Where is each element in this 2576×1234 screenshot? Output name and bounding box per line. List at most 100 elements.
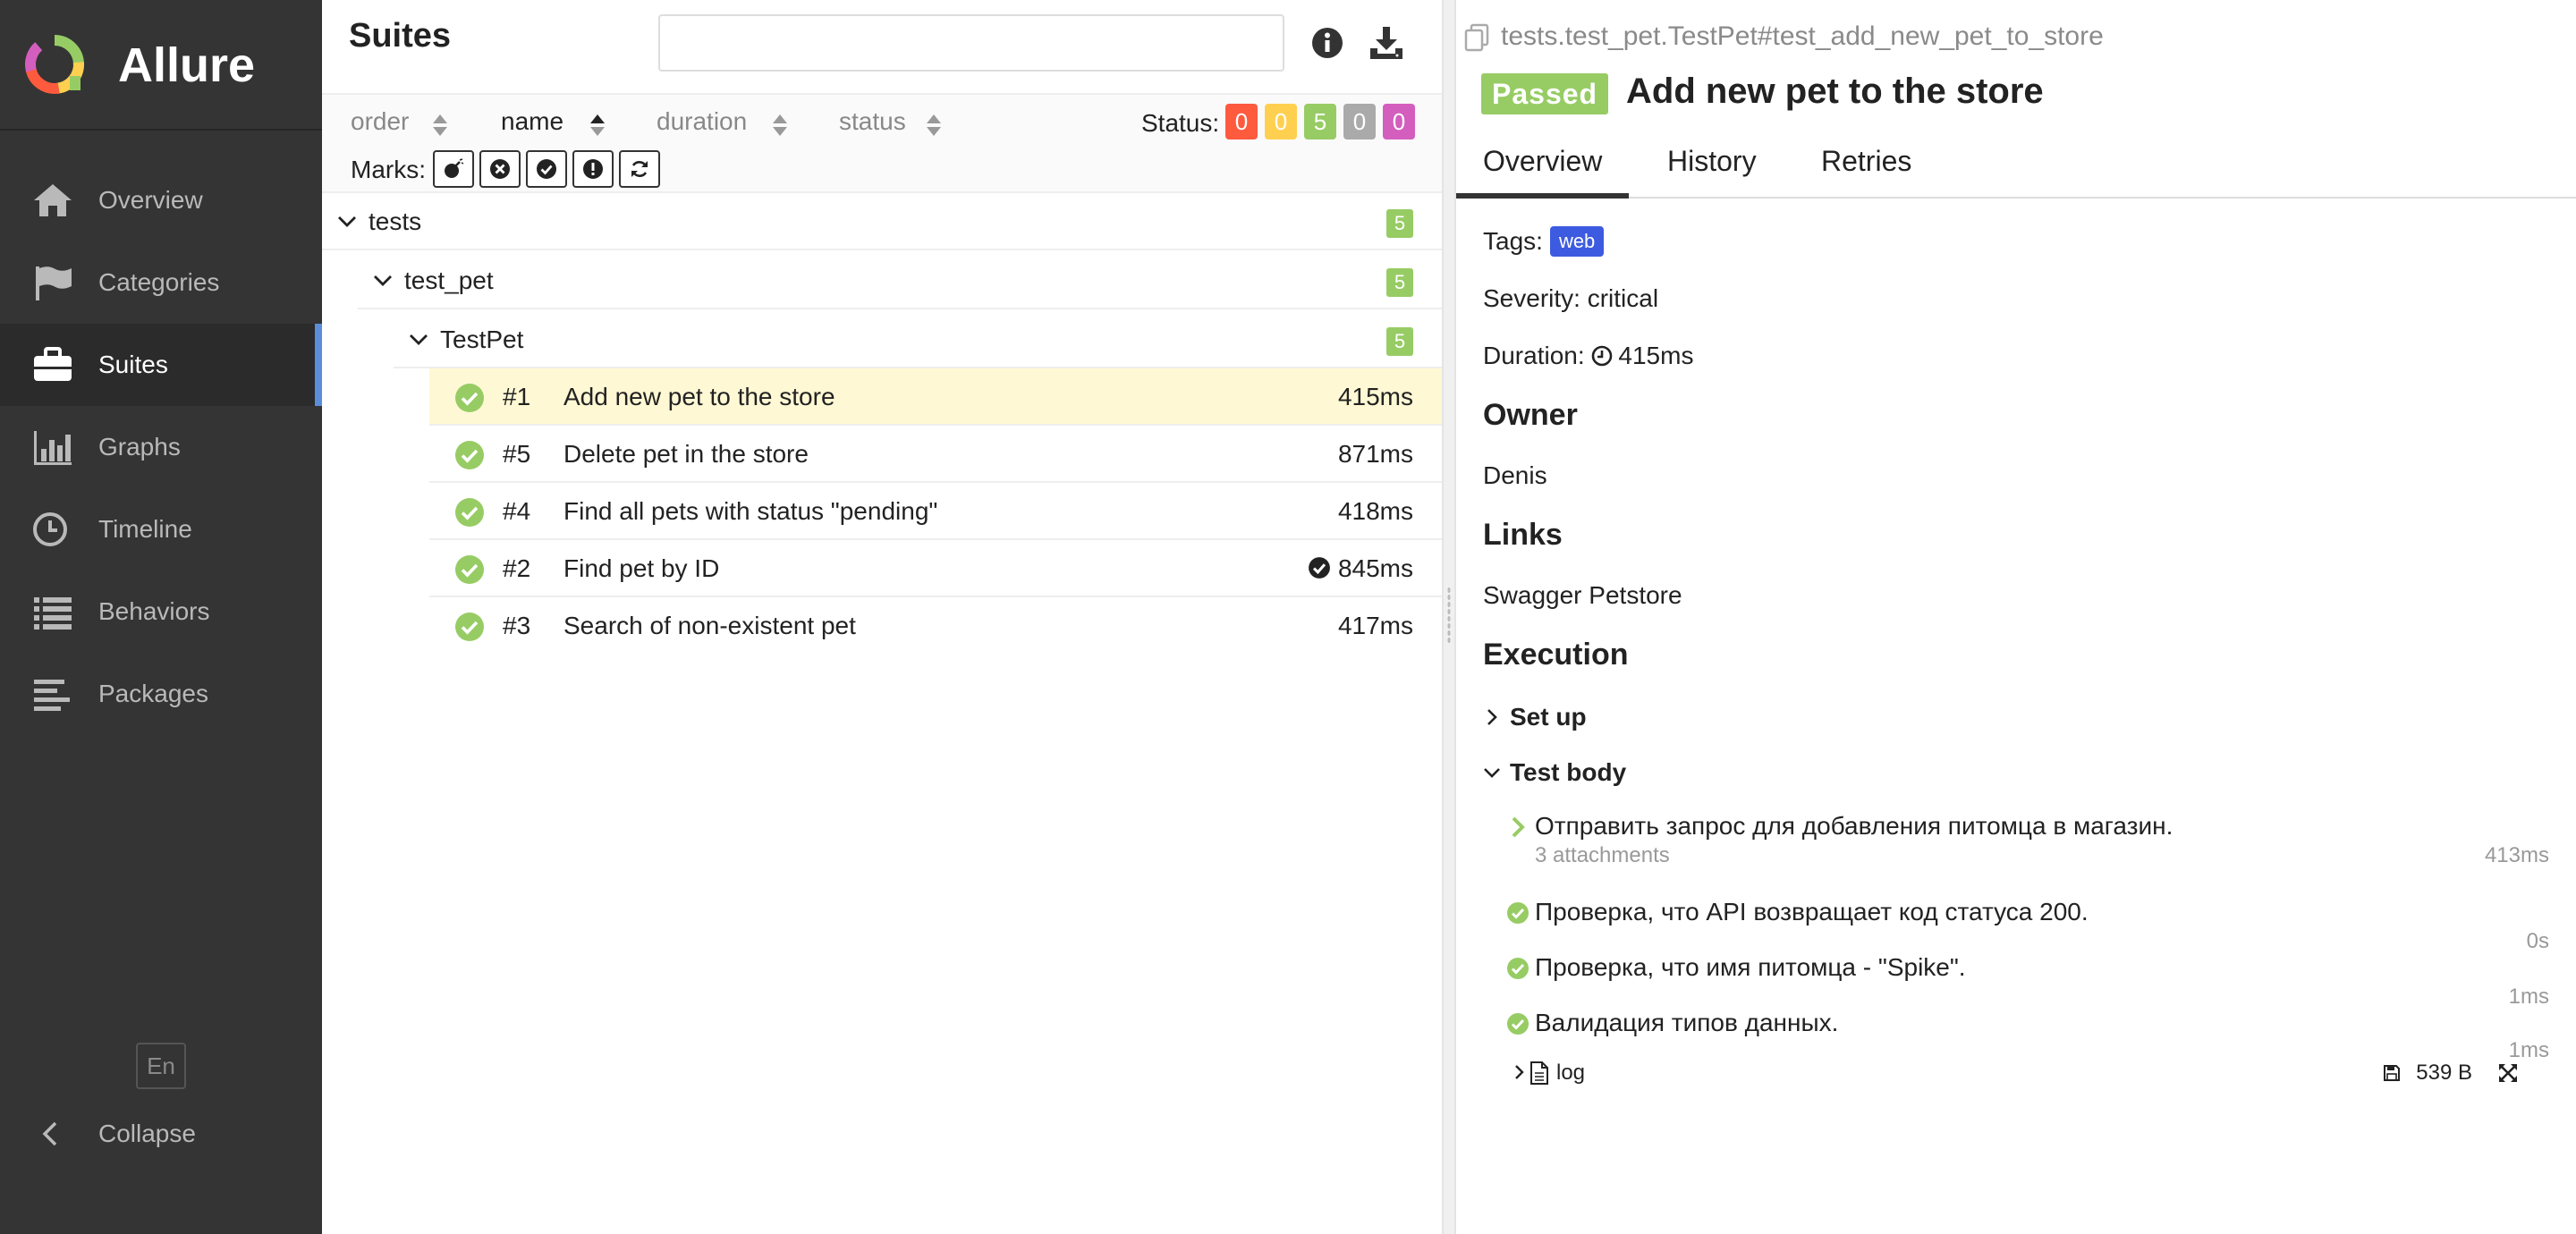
- step-row[interactable]: Проверка, что имя питомца - "Spike". 1ms: [1506, 951, 2549, 1012]
- sidebar-item-behaviors[interactable]: Behaviors: [0, 571, 322, 653]
- links-heading: Links: [1483, 518, 1563, 552]
- clock-icon: [33, 512, 67, 546]
- tab-history[interactable]: History: [1667, 143, 1757, 179]
- chevron-right-icon: [1512, 816, 1525, 838]
- status-broken-toggle[interactable]: 0: [1265, 104, 1297, 139]
- sidebar-item-overview[interactable]: Overview: [0, 159, 322, 241]
- sidebar-item-graphs[interactable]: Graphs: [0, 406, 322, 488]
- setup-toggle[interactable]: Set up: [1483, 701, 1841, 733]
- tree-group-testpet[interactable]: TestPet 5: [394, 311, 1442, 368]
- test-name: Find pet by ID: [564, 554, 720, 582]
- tree-group-test-pet[interactable]: test_pet 5: [358, 252, 1442, 309]
- brand[interactable]: Allure: [0, 0, 322, 131]
- page-title: Suites: [349, 17, 452, 55]
- severity-field: Severity: critical: [1483, 284, 1659, 312]
- passed-check-icon: [455, 498, 484, 527]
- download-icon[interactable]: [1368, 25, 1404, 61]
- pane-splitter[interactable]: [1442, 0, 1456, 1234]
- expand-icon[interactable]: [2497, 1062, 2519, 1084]
- status-passed-toggle[interactable]: 5: [1304, 104, 1336, 139]
- chevron-right-icon: [1515, 1065, 1524, 1079]
- sort-icon: [773, 114, 787, 136]
- sidebar-item-label: Packages: [98, 680, 208, 707]
- mark-new-failed-button[interactable]: [479, 150, 521, 188]
- test-body-toggle[interactable]: Test body: [1483, 756, 1841, 789]
- test-detail-pane: tests.test_pet.TestPet#test_add_new_pet_…: [1455, 0, 2576, 1234]
- sidebar-item-categories[interactable]: Categories: [0, 241, 322, 324]
- tree-group-tests[interactable]: tests 5: [322, 193, 1442, 250]
- swagger-link[interactable]: Swagger Petstore: [1483, 579, 1682, 612]
- step-text: Отправить запрос для добавления питомца …: [1535, 812, 2174, 840]
- test-row[interactable]: #4 Find all pets with status "pending" 4…: [429, 483, 1442, 540]
- mark-new-broken-button[interactable]: [572, 150, 614, 188]
- chevron-left-icon: [42, 1121, 57, 1146]
- tag-chip[interactable]: web: [1549, 226, 1605, 257]
- test-row[interactable]: #2 Find pet by ID 845ms: [429, 540, 1442, 597]
- passed-check-icon: [455, 384, 484, 412]
- sort-name[interactable]: name: [501, 104, 605, 139]
- owner-heading: Owner: [1483, 398, 1578, 432]
- test-row[interactable]: #1 Add new pet to the store 415ms: [429, 368, 1442, 426]
- info-icon[interactable]: [1309, 25, 1345, 61]
- test-name: Delete pet in the store: [564, 440, 809, 468]
- mark-new-passed-button[interactable]: [526, 150, 567, 188]
- step-row[interactable]: Отправить запрос для добавления питомца …: [1506, 810, 2549, 873]
- home-icon: [34, 184, 72, 216]
- sidebar-item-packages[interactable]: Packages: [0, 653, 322, 735]
- status-failed-toggle[interactable]: 0: [1225, 104, 1258, 139]
- collapse-label: Collapse: [98, 1120, 196, 1147]
- passed-check-icon: [1507, 1013, 1529, 1035]
- test-row[interactable]: #5 Delete pet in the store 871ms: [429, 426, 1442, 483]
- test-title: Add new pet to the store: [1626, 72, 2044, 111]
- status-unknown-toggle[interactable]: 0: [1383, 104, 1415, 139]
- step-attachments-count: 3 attachments: [1535, 843, 1670, 867]
- step-duration: 413ms: [2484, 843, 2549, 867]
- sidebar-item-suites[interactable]: Suites: [0, 324, 322, 406]
- duration-field: Duration: 415ms: [1483, 340, 1693, 372]
- language-button[interactable]: En: [136, 1043, 186, 1089]
- briefcase-icon: [34, 347, 72, 381]
- status-label: Status:: [1141, 109, 1220, 137]
- new-failed-icon: [490, 159, 510, 179]
- chevron-down-icon: [1484, 768, 1500, 778]
- step-text: Валидация типов данных.: [1535, 1009, 1839, 1036]
- attachment-row[interactable]: log 539 B: [1506, 1057, 2526, 1089]
- tab-overview[interactable]: Overview: [1455, 143, 1630, 199]
- tree-group-label: tests: [369, 207, 422, 235]
- sorter-bar: order name duration status Status: 0 0 5…: [322, 93, 1442, 193]
- sort-icon: [433, 114, 447, 136]
- search-input[interactable]: [658, 14, 1284, 72]
- passed-check-icon: [455, 555, 484, 584]
- bar-chart-icon: [34, 431, 72, 465]
- test-number: #2: [503, 554, 531, 582]
- mark-flaky-button[interactable]: [433, 150, 474, 188]
- detail-tabs: Overview History Retries: [1455, 132, 2576, 199]
- tags-field: Tags: web: [1483, 225, 1605, 258]
- sort-status[interactable]: status: [839, 104, 941, 139]
- tags-label: Tags:: [1483, 227, 1543, 255]
- copy-icon[interactable]: [1463, 23, 1490, 52]
- sort-order[interactable]: order: [351, 104, 447, 139]
- sidebar-item-timeline[interactable]: Timeline: [0, 488, 322, 571]
- flaky-bomb-icon: [445, 158, 464, 178]
- sort-duration[interactable]: duration: [657, 104, 787, 139]
- chevron-down-icon: [374, 275, 392, 286]
- tree-count-badge: 5: [1386, 209, 1413, 238]
- clock-icon: [1592, 345, 1613, 367]
- step-row[interactable]: Проверка, что API возвращает код статуса…: [1506, 896, 2549, 957]
- sidebar-item-label: Overview: [98, 186, 203, 214]
- owner-value: Denis: [1483, 461, 1547, 489]
- test-row[interactable]: #3 Search of non-existent pet 417ms: [429, 597, 1442, 655]
- test-name: Search of non-existent pet: [564, 612, 856, 639]
- step-text: Проверка, что API возвращает код статуса…: [1535, 898, 2089, 926]
- mark-retries-button[interactable]: [619, 150, 660, 188]
- status-skipped-toggle[interactable]: 0: [1343, 104, 1376, 139]
- tab-retries[interactable]: Retries: [1821, 143, 1911, 179]
- test-number: #5: [503, 440, 531, 468]
- new-passed-icon: [537, 159, 556, 179]
- test-duration: 415ms: [1337, 383, 1413, 410]
- sort-icon: [927, 114, 941, 136]
- collapse-button[interactable]: Collapse: [0, 1109, 322, 1159]
- chevron-down-icon: [410, 334, 428, 345]
- test-number: #4: [503, 497, 531, 525]
